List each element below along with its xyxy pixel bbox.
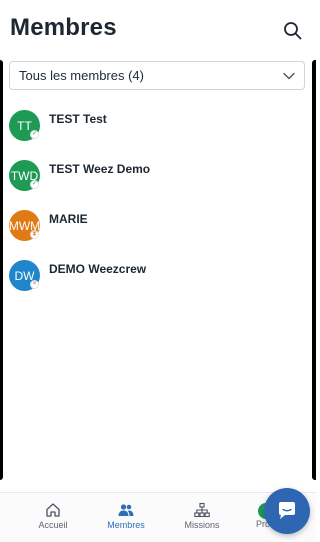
nav-membres[interactable]: Membres (91, 493, 161, 542)
home-icon (46, 503, 60, 517)
page-header: Membres (0, 0, 316, 58)
member-name: DEMO Weezcrew (49, 262, 147, 276)
filter-value: Tous les membres (4) (19, 68, 144, 83)
nav-missions[interactable]: Missions (167, 493, 237, 542)
member-row[interactable]: TWD ✓ TEST Weez Demo (0, 160, 316, 204)
search-button[interactable] (282, 20, 304, 42)
declined-status-icon: × (30, 280, 39, 289)
members-filter-select[interactable]: Tous les membres (4) (9, 61, 305, 90)
confirmed-status-icon: ✓ (30, 180, 39, 189)
page-title: Membres (10, 14, 117, 41)
search-icon (284, 22, 302, 40)
member-name: TEST Test (49, 112, 107, 126)
member-row[interactable]: TT ✓ TEST Test (0, 110, 316, 154)
member-name: MARIE (49, 212, 88, 226)
nav-accueil-label: Accueil (38, 520, 68, 530)
nav-accueil[interactable]: Accueil (18, 493, 88, 542)
chat-button[interactable] (264, 488, 310, 534)
nav-missions-label: Missions (184, 520, 220, 530)
sitemap-icon (194, 502, 210, 518)
confirmed-status-icon: ✓ (30, 130, 39, 139)
chat-icon (279, 502, 295, 519)
member-row[interactable]: DW × DEMO Weezcrew (0, 260, 316, 304)
member-row[interactable]: MWM ⧗ MARIE (0, 210, 316, 254)
nav-membres-label: Membres (107, 520, 145, 530)
users-icon (118, 504, 134, 516)
chevron-down-icon (283, 72, 295, 80)
pending-status-icon: ⧗ (30, 230, 39, 239)
member-name: TEST Weez Demo (49, 162, 151, 176)
